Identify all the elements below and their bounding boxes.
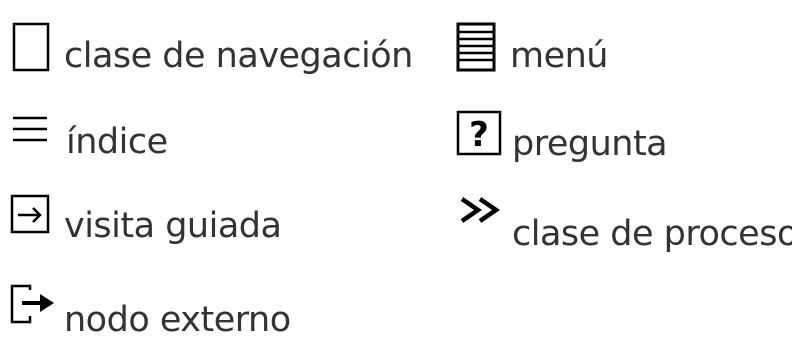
legend-item-question: ? pregunta — [440, 90, 740, 170]
navigation-class-icon — [12, 22, 50, 72]
legend-label-external-node: nodo externo — [64, 300, 291, 340]
external-node-icon — [10, 284, 56, 324]
menu-icon — [456, 22, 496, 72]
question-icon: ? — [456, 110, 502, 156]
legend-label-menu: menú — [510, 36, 609, 76]
legend-item-external-node: nodo externo — [0, 260, 420, 340]
index-icon — [12, 116, 48, 144]
legend-label-question: pregunta — [512, 124, 668, 164]
legend-label-guided-tour: visita guiada — [64, 206, 282, 246]
svg-text:?: ? — [469, 115, 489, 155]
guided-tour-icon — [10, 194, 50, 234]
legend-item-navigation-class: clase de navegación — [0, 0, 420, 90]
legend-label-process-class: clase de proceso — [512, 214, 792, 254]
process-class-icon — [458, 196, 506, 226]
legend-item-menu: menú — [440, 0, 740, 90]
legend-item-process-class: clase de proceso — [440, 170, 792, 255]
legend-item-guided-tour: visita guiada — [0, 170, 420, 255]
legend-item-index: índice — [0, 90, 420, 170]
legend-label-navigation-class: clase de navegación — [64, 36, 413, 76]
legend-label-index: índice — [66, 122, 168, 162]
